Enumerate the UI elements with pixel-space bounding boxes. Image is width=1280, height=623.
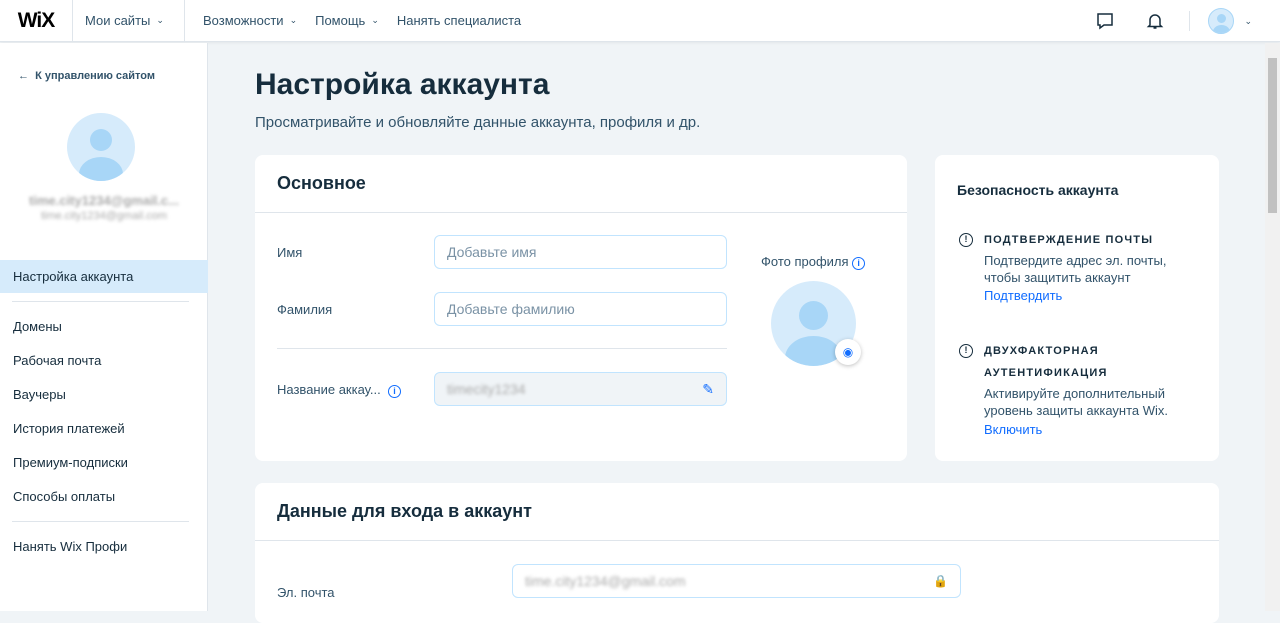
account-name-value: timecity1234 [447,381,526,397]
chat-icon[interactable] [1096,12,1114,30]
pencil-icon[interactable]: ✎ [702,381,714,398]
chevron-down-icon[interactable]: ⌄ [1244,16,1252,27]
sidebar-item-premium[interactable]: Премиум-подписки [0,446,208,479]
email-label: Эл. почта [277,585,335,600]
first-name-label: Имя [277,245,303,260]
email-value: time.city1234@gmail.com [525,573,686,589]
bell-icon[interactable] [1146,12,1164,30]
chevron-down-icon: ⌄ [371,15,379,25]
basic-info-card: Основное Имя Добавьте имя Фамилия Добавь… [255,155,907,461]
arrow-left-icon: ← [18,70,29,82]
sidebar-item-payment-methods[interactable]: Способы оплаты [0,480,208,513]
email-input[interactable]: time.city1234@gmail.com 🔒 [512,564,961,598]
sidebar-item-account-settings[interactable]: Настройка аккаунта [0,260,208,293]
twofa-text: Активируйте дополнительный уровень защит… [984,386,1168,418]
sidebar-item-domains[interactable]: Домены [0,310,208,343]
lock-icon: 🔒 [933,574,948,588]
info-icon[interactable]: i [387,385,401,398]
page-subtitle: Просматривайте и обновляйте данные аккау… [255,114,701,131]
nav-label: Помощь [315,13,366,28]
card-title: Основное [277,173,366,193]
my-sites-label: Мои сайты [85,13,151,28]
back-to-site-link[interactable]: ← К управлению сайтом [18,70,155,82]
profile-photo-label: Фото профиля i [761,254,866,270]
wix-logo[interactable]: WiX [0,0,73,42]
scrollbar[interactable] [1265,43,1280,611]
account-name-input[interactable]: timecity1234 ✎ [434,372,727,406]
account-name-label-text: Название аккау... [277,382,381,397]
account-name-label: Название аккау... i [277,382,401,398]
my-sites-menu[interactable]: Мои сайты ⌄ [73,0,185,42]
sidebar-item-billing-history[interactable]: История платежей [0,412,208,445]
email-verify-text: Подтвердите адрес эл. почты, чтобы защит… [984,253,1167,285]
back-label: К управлению сайтом [35,70,156,82]
twofa-title-2: АУТЕНТИФИКАЦИЯ [984,367,1108,379]
sidebar: ← К управлению сайтом time.city1234@gmai… [0,43,208,611]
sidebar-item-mail[interactable]: Рабочая почта [0,344,208,377]
alert-icon: ! [959,233,973,247]
sidebar-item-vouchers[interactable]: Ваучеры [0,378,208,411]
verify-email-link[interactable]: Подтвердить [984,287,1204,304]
account-email: time.city1234@gmail.c... [29,193,179,208]
email-verify-title: ПОДТВЕРЖДЕНИЕ ПОЧТЫ [984,234,1154,246]
nav-help[interactable]: Помощь ⌄ [315,13,379,28]
info-icon[interactable]: i [852,257,866,270]
page-title: Настройка аккаунта [255,68,550,101]
card-title: Данные для входа в аккаунт [277,501,532,521]
chevron-down-icon: ⌄ [289,15,298,25]
user-avatar[interactable] [1208,8,1235,34]
account-email-secondary: time.city1234@gmail.com [40,210,168,222]
profile-photo-label-text: Фото профиля [761,254,849,269]
camera-icon[interactable]: ◉ [835,339,861,365]
alert-icon: ! [959,344,973,358]
first-name-input[interactable]: Добавьте имя [434,235,727,269]
nav-label: Нанять специалиста [396,13,522,28]
scrollbar-thumb[interactable] [1268,58,1277,213]
enable-twofa-link[interactable]: Включить [984,421,1204,438]
sidebar-item-hire-pro[interactable]: Нанять Wix Профи [0,530,208,563]
nav-hire[interactable]: Нанять специалиста [397,13,521,28]
nav-label: Возможности [203,13,284,28]
last-name-input[interactable]: Добавьте фамилию [434,292,727,326]
nav-features[interactable]: Возможности ⌄ [203,13,297,28]
last-name-label: Фамилия [277,302,333,317]
profile-avatar [67,113,135,181]
twofa-title-1: ДВУХФАКТОРНАЯ [984,345,1099,357]
chevron-down-icon: ⌄ [156,15,164,25]
top-bar: WiX Мои сайты ⌄ Возможности ⌄ Помощь ⌄ Наня… [0,0,1280,42]
security-card: Безопасность аккаунта ! ПОДТВЕРЖДЕНИЕ ПО… [935,155,1219,461]
security-title: Безопасность аккаунта [957,182,1119,198]
login-data-card: Данные для входа в аккаунт Эл. почта tim… [255,483,1219,623]
